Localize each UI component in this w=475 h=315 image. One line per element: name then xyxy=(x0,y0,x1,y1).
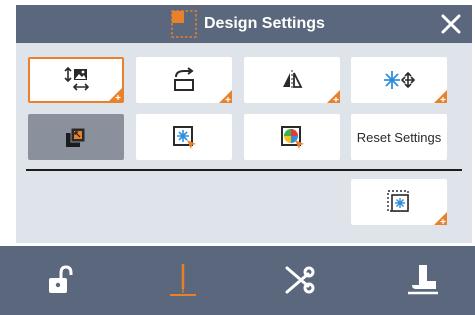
presser-foot-icon xyxy=(408,265,438,295)
presser-foot-button[interactable] xyxy=(401,258,445,302)
reset-settings-label: Reset Settings xyxy=(356,129,442,145)
divider xyxy=(26,169,462,171)
resize-selection-icon xyxy=(171,10,197,38)
layer-order-icon xyxy=(66,127,86,147)
bottom-toolbar xyxy=(0,246,475,315)
plus-corner-icon xyxy=(434,90,447,103)
plus-corner-icon xyxy=(219,90,232,103)
needle-button[interactable] xyxy=(161,258,205,302)
unlock-button[interactable] xyxy=(38,258,82,302)
pattern-frame-button[interactable] xyxy=(351,179,447,225)
layer-order-button[interactable] xyxy=(28,114,124,160)
move-pattern-icon xyxy=(384,71,415,89)
dialog-titlebar: Design Settings xyxy=(16,5,472,43)
plus-corner-icon xyxy=(327,90,340,103)
plus-corner-icon xyxy=(109,88,122,101)
reset-settings-button[interactable]: Reset Settings xyxy=(351,114,447,160)
plus-corner-icon xyxy=(434,212,447,225)
rotate-icon xyxy=(174,67,194,91)
scissors-icon xyxy=(285,266,315,294)
move-pattern-button[interactable] xyxy=(351,57,447,103)
pattern-select-button[interactable] xyxy=(136,114,232,160)
scissors-button[interactable] xyxy=(278,258,322,302)
mirror-button[interactable] xyxy=(244,57,340,103)
resize-image-button[interactable] xyxy=(28,57,124,103)
rotate-button[interactable] xyxy=(136,57,232,103)
close-icon[interactable] xyxy=(438,11,464,37)
design-settings-dialog: Design Settings Reset Settings xyxy=(16,5,472,243)
dialog-title: Design Settings xyxy=(204,15,325,32)
mirror-icon xyxy=(283,70,303,90)
pattern-select-icon xyxy=(173,126,196,149)
pattern-frame-icon xyxy=(387,190,409,212)
unlock-icon xyxy=(49,265,73,293)
resize-image-icon xyxy=(64,67,90,91)
color-palette-icon xyxy=(281,126,304,149)
color-palette-button[interactable] xyxy=(244,114,340,160)
needle-icon xyxy=(170,264,196,296)
